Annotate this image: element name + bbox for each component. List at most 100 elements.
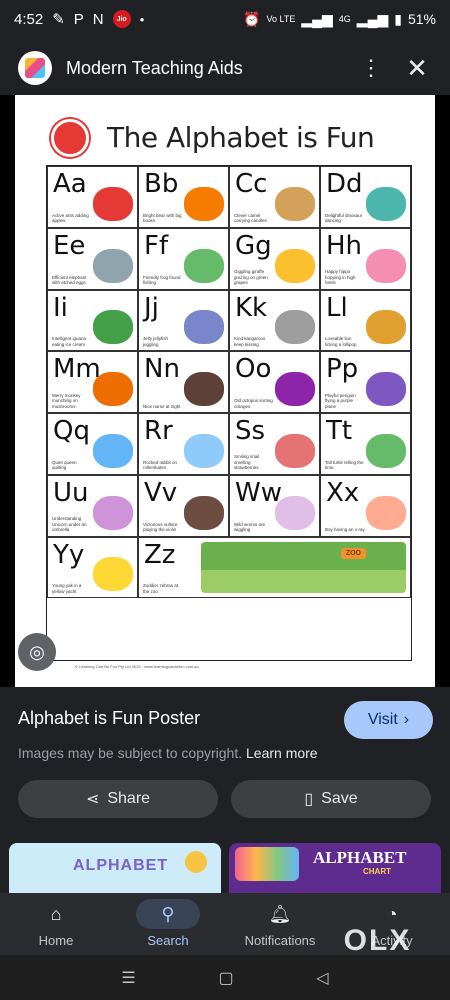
- letter-pair: Bb: [144, 169, 179, 199]
- letter-illustration: [184, 186, 224, 221]
- letter-description: Nice nurse at night: [143, 403, 181, 409]
- n-app-icon: N: [92, 10, 104, 28]
- letter-cell-z: Zz Zoddier zebras at the zoo ZOO: [138, 536, 411, 599]
- related-image-2[interactable]: ALPHABET CHART: [229, 843, 441, 893]
- learn-more-link[interactable]: Learn more: [246, 745, 318, 761]
- letter-description: Efficient elephant with etched eggs: [52, 274, 87, 286]
- nav-search[interactable]: ⚲ Search: [112, 893, 224, 955]
- letter-cell-x: Xx Boy having an x-ray: [320, 474, 411, 537]
- letter-pair: Rr: [144, 416, 173, 446]
- letter-illustration: [366, 310, 406, 345]
- letter-pair: Oo: [235, 354, 272, 385]
- olx-watermark: OLX: [343, 924, 412, 957]
- letter-pair: Pp: [326, 354, 359, 385]
- home-button-icon[interactable]: ▢: [218, 968, 233, 988]
- letter-description: Delightful dinosaur dancing: [325, 212, 363, 224]
- letter-illustration: [366, 248, 406, 283]
- letter-illustration: [366, 372, 406, 406]
- letter-illustration: [184, 248, 224, 283]
- letter-description: Friendly frog found fishing: [143, 274, 181, 286]
- letter-illustration: [93, 310, 133, 345]
- letter-cell-a: Aa Active ants adding apples: [47, 166, 138, 228]
- letter-illustration: [275, 186, 315, 221]
- letter-cell-g: Gg Giggling giraffe grazing on green grap…: [229, 227, 320, 290]
- letter-description: Kind kangaroos keep kissing: [234, 336, 266, 347]
- nav-home[interactable]: ⌂ Home: [0, 893, 112, 955]
- letter-description: Zoddier zebras at the zoo: [143, 583, 179, 594]
- letter-cell-k: Kk Kind kangaroos keep kissing: [229, 289, 320, 352]
- status-bar: 4:52 ✎ P N Jio ● ⏰ Vo LTE ▂▄▆ 4G ▂▄▆ ▮ 5…: [0, 0, 450, 38]
- letter-pair: Gg: [235, 230, 272, 261]
- bookmark-icon: ▯: [304, 791, 314, 808]
- letter-pair: Ss: [235, 416, 266, 446]
- letter-illustration: [93, 495, 133, 530]
- letter-pair: Hh: [326, 230, 363, 261]
- related-image-1[interactable]: ALPHABET: [9, 843, 221, 893]
- image-preview[interactable]: The Alphabet is Fun Aa Active ants adding…: [0, 95, 450, 687]
- copyright-notice: Images may be subject to copyright. Lear…: [18, 745, 318, 761]
- letter-cell-v: Vv Victorious vulture playing the violin: [138, 474, 229, 537]
- letter-pair: Xx: [326, 477, 360, 508]
- more-vert-icon[interactable]: ⋮: [356, 53, 386, 83]
- letter-description: Victorious vulture playing the violin: [143, 521, 178, 533]
- letter-cell-d: Dd Delightful dinosaur dancing: [320, 166, 411, 228]
- letter-cell-t: Tt Tall turtle telling the time: [320, 413, 411, 475]
- letter-cell-l: Ll Loveable lion licking a lollipop: [320, 289, 411, 352]
- letter-illustration: [93, 372, 133, 406]
- zoo-illustration: ZOO: [201, 541, 406, 594]
- letter-description: Jelly jellyfish juggling: [143, 336, 169, 347]
- letter-description: Wild worms are wiggling: [234, 521, 266, 533]
- close-icon[interactable]: ✕: [402, 53, 432, 83]
- letter-pair: Nn: [144, 354, 180, 385]
- letter-illustration: [184, 372, 224, 406]
- letter-illustration: [275, 248, 315, 283]
- letter-illustration: [184, 310, 224, 345]
- letter-cell-j: Jj Jelly jellyfish juggling: [138, 289, 229, 352]
- recents-icon[interactable]: ☰: [121, 968, 135, 988]
- signal-icon: ▂▄▆: [301, 10, 333, 27]
- search-icon: ⚲: [136, 899, 200, 929]
- letter-description: Giggling giraffe grazing on green grapes: [234, 269, 268, 285]
- letter-description: Happy hippo hopping in high heels: [325, 269, 356, 285]
- poster-logo: [51, 119, 89, 157]
- letter-pair: Uu: [53, 477, 89, 508]
- share-icon: ⋖: [85, 791, 100, 808]
- letter-pair: Zz: [144, 539, 176, 570]
- letter-cell-b: Bb Bright bear with big books: [138, 166, 229, 228]
- letter-description: Merry monkey munching on mushrooms: [52, 392, 81, 409]
- alphabet-poster[interactable]: The Alphabet is Fun Aa Active ants adding…: [15, 95, 435, 687]
- letter-description: Intelligent iguana eating ice cream: [52, 336, 87, 347]
- letter-pair: Ee: [53, 230, 86, 261]
- letter-illustration: [366, 433, 406, 468]
- letter-cell-r: Rr Rocked rabbit on rollerskates: [138, 413, 229, 475]
- battery-level: 51%: [407, 11, 436, 27]
- save-button[interactable]: ▯ Save: [231, 780, 431, 818]
- result-title[interactable]: Alphabet is Fun Poster: [18, 708, 200, 729]
- letter-description: Clever camel carrying candles: [234, 212, 267, 224]
- letter-cell-m: Mm Merry monkey munching on mushrooms: [47, 351, 138, 413]
- nav-label: Notifications: [244, 933, 316, 948]
- visit-label: Visit: [367, 711, 398, 728]
- letter-description: Smiling snail smelling strawberries: [234, 454, 260, 471]
- share-button[interactable]: ⋖ Share: [18, 780, 218, 818]
- letter-illustration: [366, 495, 406, 530]
- back-icon[interactable]: ◁: [316, 968, 328, 988]
- visit-button[interactable]: Visit ›: [344, 701, 433, 739]
- copyright-text: Images may be subject to copyright.: [18, 745, 243, 761]
- letter-cell-n: Nn Nice nurse at night: [138, 351, 229, 413]
- letter-illustration: [275, 310, 315, 345]
- letter-pair: Aa: [53, 169, 87, 199]
- letter-illustration: [93, 557, 133, 592]
- nav-label: Home: [38, 933, 74, 948]
- chevron-right-icon: ›: [403, 711, 410, 728]
- share-label: Share: [107, 790, 151, 807]
- nav-notifications[interactable]: 🔔︎ Notifications: [224, 893, 336, 955]
- kids-illustration: [235, 847, 299, 881]
- site-name[interactable]: Modern Teaching Aids: [66, 58, 243, 79]
- letter-cell-y: Yy Young yak in a yellow yacht: [47, 536, 138, 599]
- letter-illustration: [366, 186, 406, 221]
- lens-icon[interactable]: ◎: [18, 633, 56, 671]
- letter-cell-s: Ss Smiling snail smelling strawberries: [229, 413, 320, 475]
- letter-pair: Tt: [326, 416, 353, 446]
- letter-cell-o: Oo Old octopus sorting oranges: [229, 351, 320, 413]
